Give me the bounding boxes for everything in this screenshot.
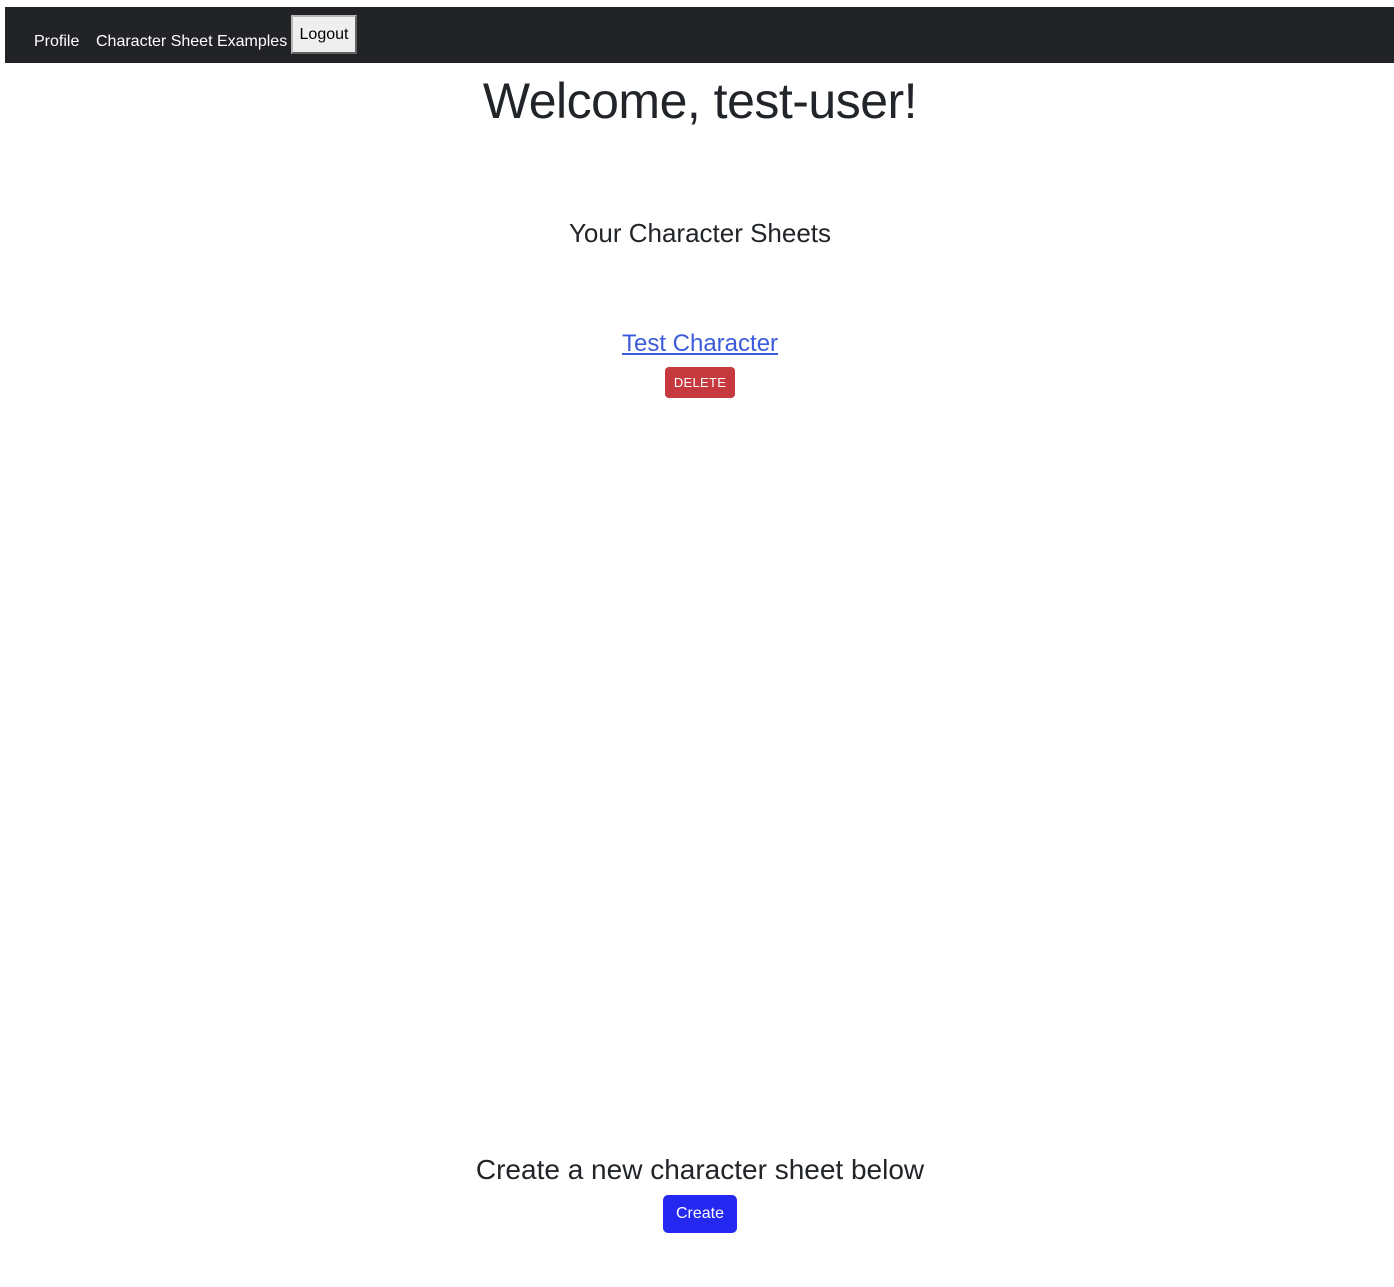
- top-navbar: Profile Character Sheet Examples: [5, 7, 1394, 63]
- character-sheet-link[interactable]: Test Character: [622, 330, 778, 357]
- delete-button[interactable]: DELETE: [665, 367, 735, 398]
- create-sheet-heading: Create a new character sheet below: [475, 1154, 925, 1185]
- nav-link-character-sheet-examples[interactable]: Character Sheet Examples: [96, 32, 287, 52]
- logout-button[interactable]: Logout: [291, 15, 357, 54]
- list-item: Test Character: [0, 328, 1394, 360]
- page: Profile Character Sheet Examples Logout …: [0, 0, 1394, 1287]
- page-title: Welcome, test-user!: [482, 73, 918, 129]
- nav-link-profile[interactable]: Profile: [34, 32, 79, 52]
- create-button[interactable]: Create: [663, 1195, 737, 1233]
- character-sheets-heading: Your Character Sheets: [568, 218, 832, 248]
